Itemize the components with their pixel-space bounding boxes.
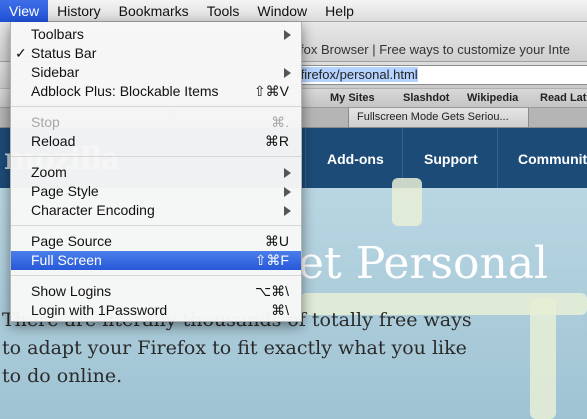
menu-item-adblock[interactable]: Adblock Plus: Blockable Items ⇧⌘V	[11, 82, 301, 101]
menu-item-status-bar[interactable]: ✓ Status Bar	[11, 44, 301, 63]
bookmark-wikipedia[interactable]: Wikipedia	[467, 92, 518, 104]
menu-item-label: Character Encoding	[31, 202, 155, 218]
bookmark-slashdot[interactable]: Slashdot	[403, 92, 449, 104]
nav-divider	[497, 128, 498, 188]
menu-bar: View History Bookmarks Tools Window Help	[0, 0, 587, 22]
url-bar[interactable]: /firefox/personal.html	[290, 65, 587, 85]
pipe-decoration	[530, 298, 556, 419]
menu-item-shortcut: ⇧⌘F	[254, 252, 289, 268]
menu-item-label: Toolbars	[31, 26, 84, 42]
menu-item-label: Stop	[31, 114, 60, 130]
menu-item-label: Page Style	[31, 183, 99, 199]
menu-item-zoom[interactable]: Zoom	[11, 163, 301, 182]
menu-item-label: Full Screen	[31, 252, 102, 268]
menu-item-stop: Stop ⌘.	[11, 113, 301, 132]
pipe-decoration	[392, 178, 422, 226]
nav-support[interactable]: Support	[424, 151, 478, 167]
menu-view[interactable]: View	[0, 0, 49, 22]
submenu-arrow-icon	[284, 206, 291, 216]
menu-item-shortcut: ⌥⌘\	[254, 283, 289, 299]
menu-help[interactable]: Help	[316, 0, 363, 22]
menu-item-label: Login with 1Password	[31, 302, 168, 318]
menu-item-label: Adblock Plus: Blockable Items	[31, 83, 219, 99]
menu-item-shortcut: ⌘.	[271, 114, 289, 130]
menu-item-character-encoding[interactable]: Character Encoding	[11, 201, 301, 220]
menu-item-page-source[interactable]: Page Source ⌘U	[11, 232, 301, 251]
window-title: fox Browser | Free ways to customize you…	[300, 42, 570, 57]
menu-separator	[11, 106, 301, 107]
submenu-arrow-icon	[284, 30, 291, 40]
menu-item-login-1password[interactable]: Login with 1Password ⌘\	[11, 301, 301, 320]
submenu-arrow-icon	[284, 68, 291, 78]
nav-divider	[305, 128, 306, 188]
menu-window[interactable]: Window	[248, 0, 316, 22]
menu-bookmarks[interactable]: Bookmarks	[110, 0, 198, 22]
menu-item-sidebar[interactable]: Sidebar	[11, 63, 301, 82]
menu-item-label: Reload	[31, 133, 76, 149]
menu-item-label: Show Logins	[31, 283, 112, 299]
menu-item-page-style[interactable]: Page Style	[11, 182, 301, 201]
menu-item-label: Status Bar	[31, 45, 97, 61]
tab-partial[interactable]	[528, 108, 587, 127]
checkmark-icon: ✓	[15, 45, 27, 61]
menu-item-label: Page Source	[31, 233, 112, 249]
menu-item-full-screen[interactable]: Full Screen ⇧⌘F	[11, 251, 301, 270]
menu-separator	[11, 275, 301, 276]
menu-item-toolbars[interactable]: Toolbars	[11, 25, 301, 44]
bookmark-read-later[interactable]: Read Lat	[540, 92, 586, 104]
menu-separator	[11, 225, 301, 226]
submenu-arrow-icon	[284, 187, 291, 197]
menu-item-reload[interactable]: Reload ⌘R	[11, 132, 301, 151]
menu-item-label: Sidebar	[31, 64, 80, 80]
tab-fullscreen-mode[interactable]: Fullscreen Mode Gets Seriou...	[348, 108, 528, 127]
menu-item-label: Zoom	[31, 164, 67, 180]
menu-item-show-logins[interactable]: Show Logins ⌥⌘\	[11, 282, 301, 301]
menu-separator	[11, 156, 301, 157]
bookmark-my-sites[interactable]: My Sites	[330, 92, 375, 104]
menu-history[interactable]: History	[48, 0, 110, 22]
menu-item-shortcut: ⌘U	[264, 233, 289, 249]
nav-add-ons[interactable]: Add-ons	[327, 151, 384, 167]
nav-community[interactable]: Communit	[518, 151, 587, 167]
submenu-arrow-icon	[284, 168, 291, 178]
menu-item-shortcut: ⇧⌘V	[253, 83, 289, 99]
menu-tools[interactable]: Tools	[198, 0, 249, 22]
hero-heading: et Personal	[298, 238, 549, 289]
menu-item-shortcut: ⌘R	[264, 133, 289, 149]
view-menu-dropdown: Toolbars ✓ Status Bar Sidebar Adblock Pl…	[10, 22, 302, 322]
menu-item-shortcut: ⌘\	[271, 302, 289, 318]
url-text: firefox/personal.html	[300, 67, 418, 82]
